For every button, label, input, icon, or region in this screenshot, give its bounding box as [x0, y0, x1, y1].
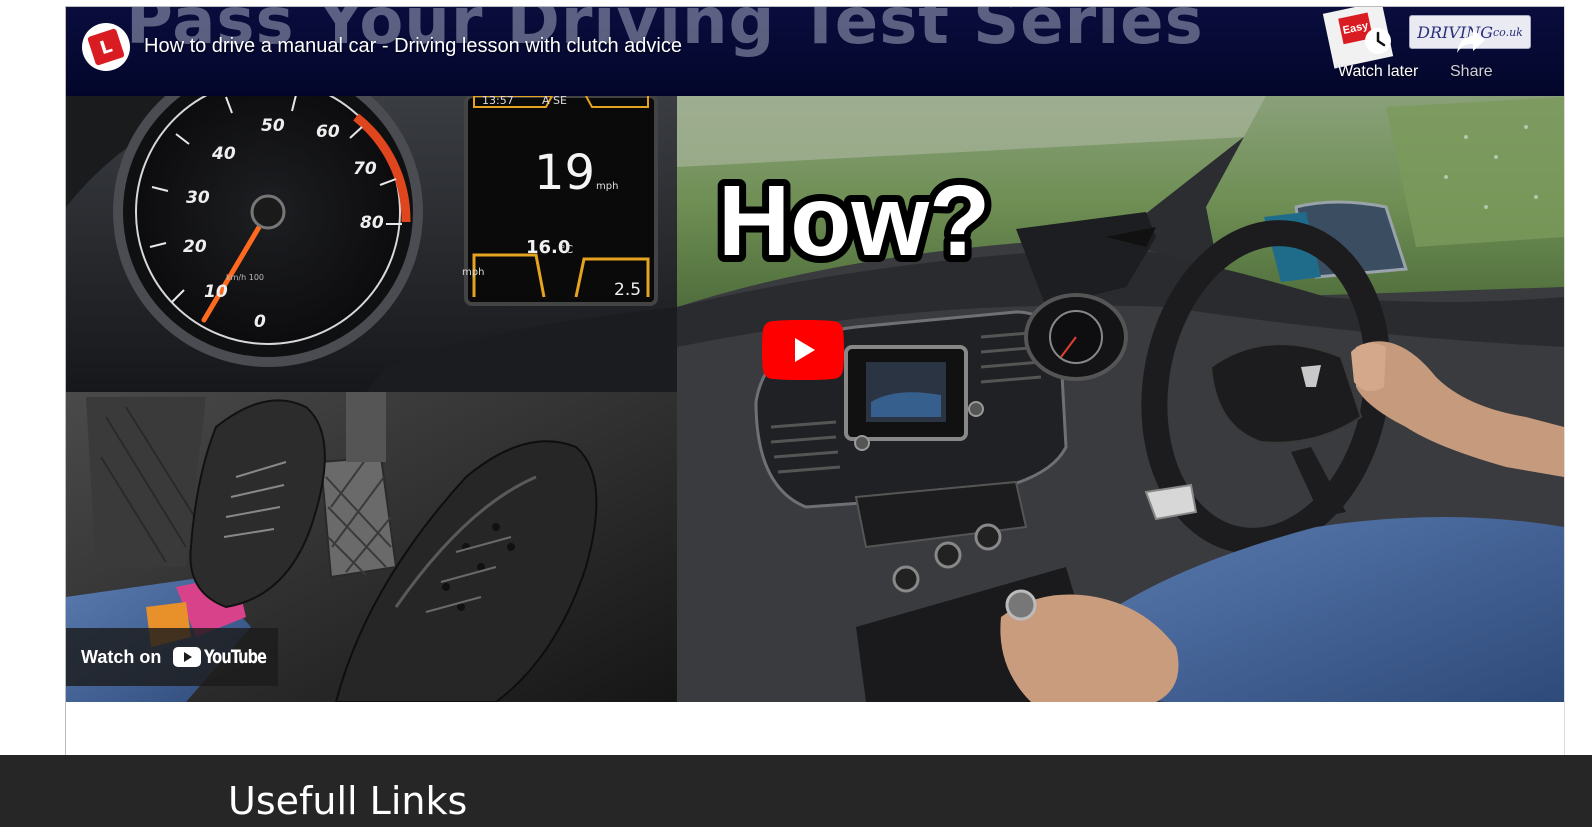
speedo-tick-20: 20	[183, 237, 207, 257]
dash-temp-unit: °C	[560, 243, 574, 256]
site-footer: Usefull Links	[0, 755, 1592, 827]
youtube-embed[interactable]: 10 20 30 40 50 60 70 80 0 km/h 100 13:57…	[66, 7, 1564, 702]
watch-later-label: Watch later	[1338, 63, 1419, 80]
dash-right-value: 2.5	[614, 280, 641, 300]
l-plate-logo: L	[87, 28, 125, 66]
content-area: 10 20 30 40 50 60 70 80 0 km/h 100 13:57…	[0, 0, 1592, 755]
video-title-link[interactable]: How to drive a manual car - Driving less…	[144, 35, 682, 58]
youtube-play-icon	[173, 647, 202, 667]
speedo-tick-70: 70	[353, 159, 377, 179]
site-badge-suffix: co.uk	[1493, 25, 1523, 39]
column-border-right	[1564, 6, 1565, 755]
clock-icon	[1360, 23, 1396, 59]
dash-speed-unit: mph	[596, 181, 618, 192]
share-button[interactable]: Share	[1450, 23, 1493, 81]
l-plate-letter: L	[97, 35, 115, 59]
thumbnail-overlay-text: How?	[718, 165, 990, 277]
speedo-tick-80: 80	[360, 213, 384, 233]
youtube-wordmark: YouTube	[204, 646, 267, 668]
play-button[interactable]	[761, 320, 845, 380]
watch-on-youtube-button[interactable]: Watch on YouTube	[66, 628, 278, 686]
speedo-tick-60: 60	[316, 122, 340, 142]
share-arrow-icon	[1453, 23, 1489, 59]
speedo-tick-30: 30	[186, 188, 210, 208]
car-interior-panel: How?	[677, 96, 1564, 702]
channel-avatar[interactable]: L	[82, 23, 130, 71]
page: 10 20 30 40 50 60 70 80 0 km/h 100 13:57…	[0, 0, 1592, 827]
speedo-tick-10: 10	[204, 282, 228, 302]
speedo-sublabel: km/h 100	[226, 273, 264, 282]
speedo-tick-40: 40	[211, 144, 236, 164]
video-title-bar: Pass Your Driving Test Series L How to d…	[66, 7, 1564, 96]
speedometer-panel: 10 20 30 40 50 60 70 80 0 km/h 100 13:57…	[66, 57, 677, 392]
watch-later-button[interactable]: Watch later	[1338, 23, 1418, 81]
speedo-tick-0: 0	[254, 312, 266, 332]
footer-heading: Usefull Links	[228, 779, 468, 823]
watch-on-label: Watch on	[81, 646, 162, 667]
dash-speed: 19	[534, 145, 595, 201]
speedo-tick-50: 50	[261, 116, 285, 136]
dash-left-label: mph	[462, 267, 484, 278]
share-label: Share	[1450, 63, 1493, 80]
youtube-logo: YouTube	[173, 646, 277, 668]
